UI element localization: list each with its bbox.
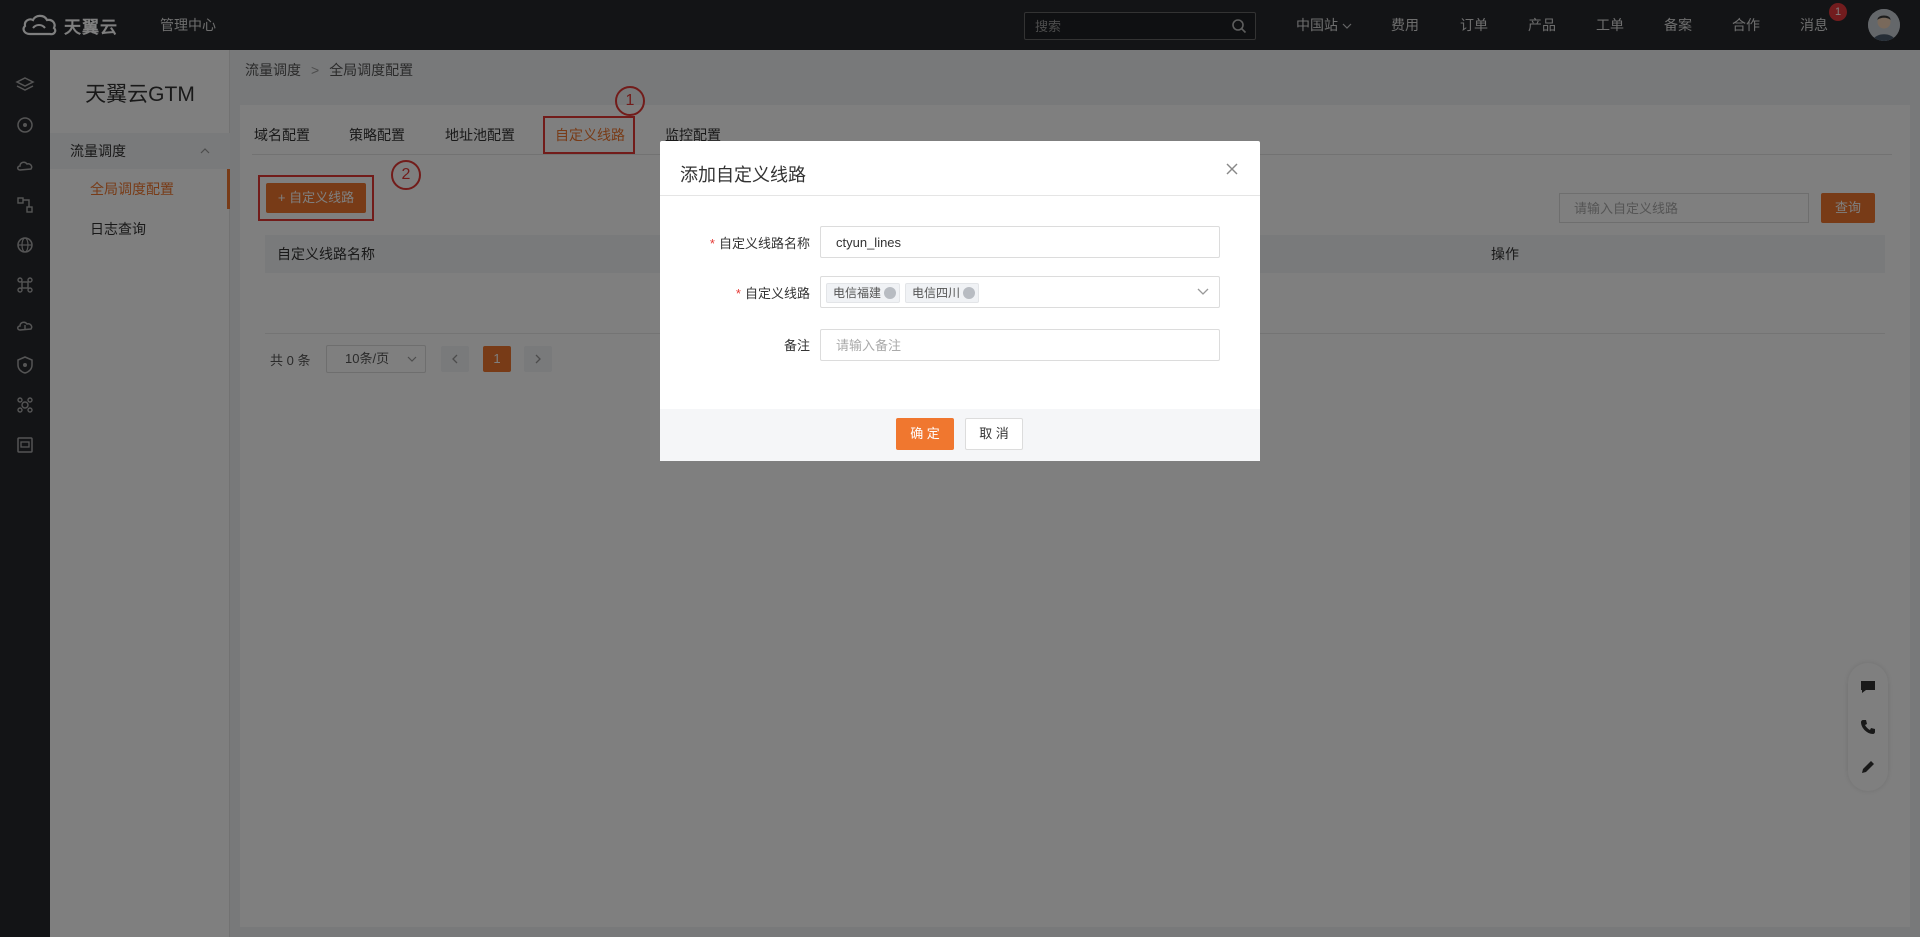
tag-remove-icon[interactable]: [963, 287, 976, 299]
line-tag: 电信福建: [826, 283, 901, 303]
custom-lines-select[interactable]: 电信福建 电信四川: [820, 276, 1220, 308]
remark-input[interactable]: [820, 329, 1220, 361]
tag-remove-icon[interactable]: [884, 287, 897, 299]
chevron-down-icon: [1197, 288, 1209, 295]
custom-line-name-input[interactable]: [820, 226, 1220, 258]
add-custom-line-dialog: 添加自定义线路 *自定义线路名称 *自定义线路 电信福建 电信四川 备注 确 定…: [660, 141, 1260, 461]
line-tag: 电信四川: [905, 283, 980, 303]
cancel-button[interactable]: 取 消: [965, 418, 1023, 450]
dialog-footer: 确 定 取 消: [660, 409, 1260, 461]
remark-field-label: 备注: [783, 338, 810, 353]
dialog-divider: [660, 195, 1260, 196]
lines-field-label: * 自定义线路: [735, 286, 810, 301]
close-icon[interactable]: [1224, 161, 1240, 177]
dialog-title: 添加自定义线路: [680, 165, 806, 185]
name-field-label: * 自定义线路名称: [709, 236, 810, 251]
confirm-button[interactable]: 确 定: [896, 418, 954, 450]
